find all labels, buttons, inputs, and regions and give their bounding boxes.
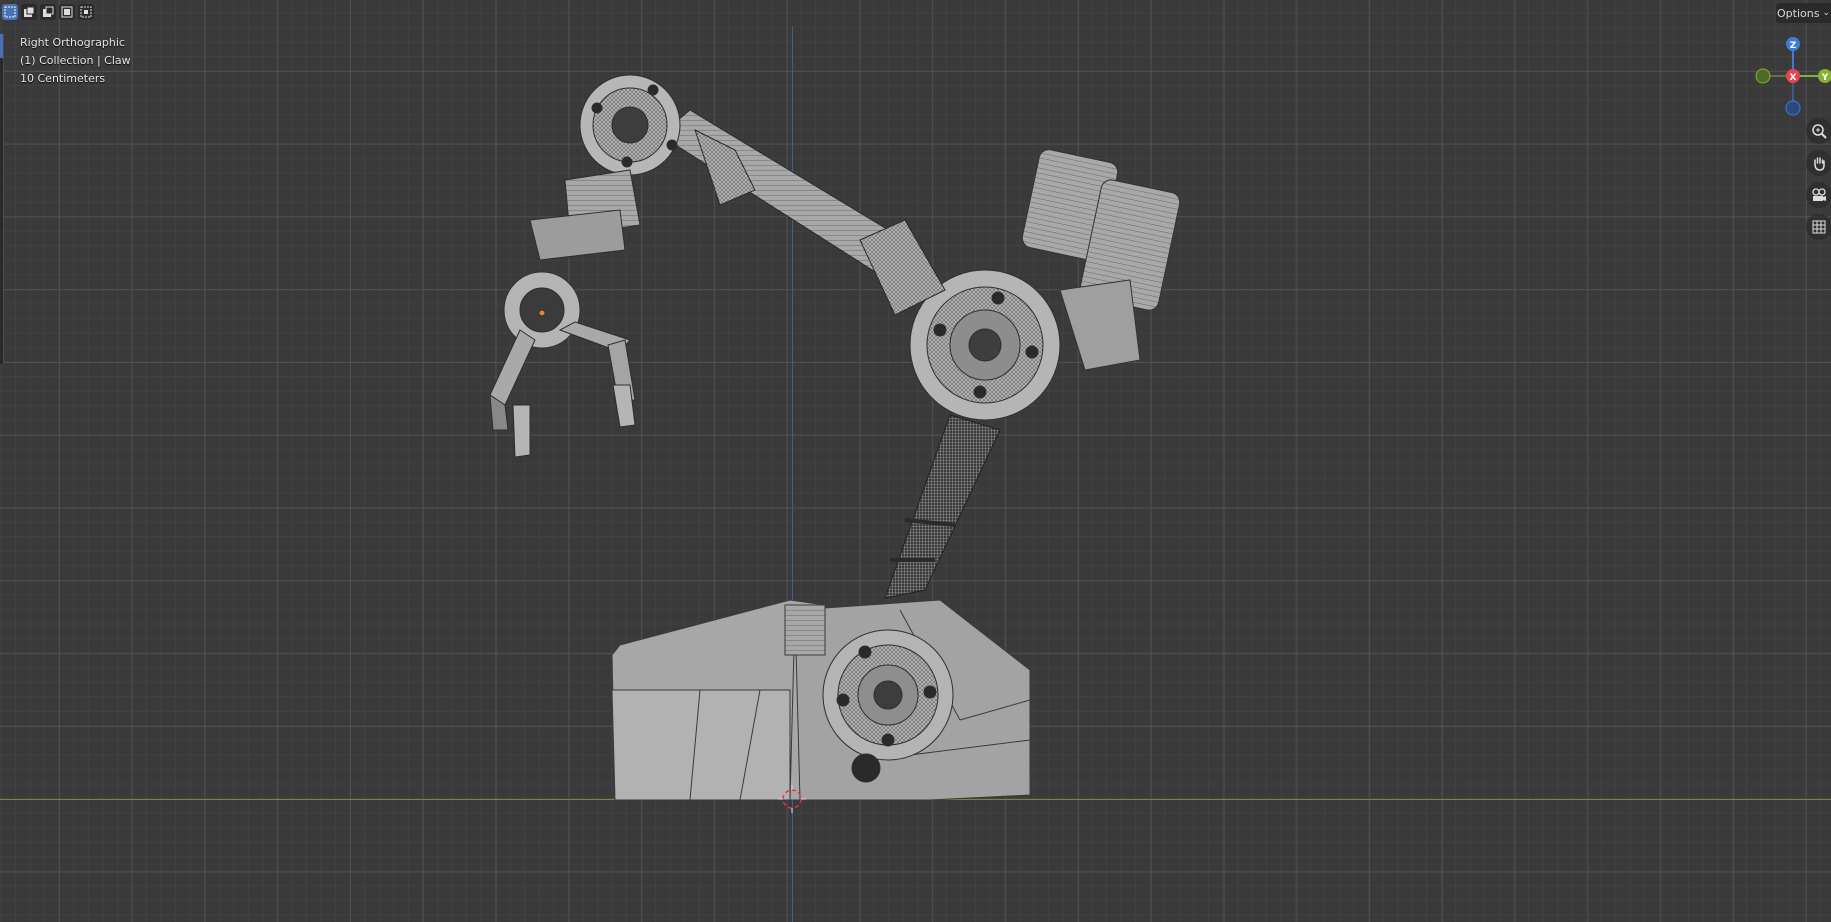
z-axis-label: Z [1790,41,1797,51]
wrist-joint [579,74,681,176]
navigation-gizmo[interactable]: Z Y X [1755,36,1831,116]
collection-info: (1) Collection | Claw [20,54,131,67]
wrist-segment [529,169,641,261]
pan-hand-icon[interactable] [1806,150,1831,176]
selection-mode-toolbar [2,4,94,20]
robot-base [611,599,1031,801]
camera-icon[interactable] [1806,182,1831,208]
select-box-intersect-icon[interactable] [78,4,94,20]
select-box-new-icon[interactable] [2,4,18,20]
select-box-invert-icon[interactable] [59,4,75,20]
neg-y-axis-handle[interactable] [1755,68,1771,84]
robot-claw-mesh[interactable] [0,0,1831,922]
left-toolbar-edge [0,34,4,364]
claw-gripper [489,271,636,458]
upper-arm [659,109,946,316]
neg-z-axis-handle[interactable] [1785,100,1801,116]
viewport-navigation-controls [1806,118,1831,240]
scale-info: 10 Centimeters [20,72,106,85]
options-label: Options [1777,6,1820,20]
grid-perspective-icon[interactable] [1806,214,1831,240]
x-axis-label: X [1790,73,1797,83]
select-box-subtract-icon[interactable] [40,4,56,20]
y-axis-label: Y [1821,73,1829,83]
options-button[interactable]: Options ⌄ [1776,3,1831,23]
select-box-extend-icon[interactable] [21,4,37,20]
viewport-info: Right Orthographic (1) Collection | Claw… [20,34,131,88]
view-name: Right Orthographic [20,36,125,49]
lower-arm [884,414,1001,599]
zoom-icon[interactable] [1806,118,1831,144]
chevron-down-icon: ⌄ [1822,8,1830,18]
